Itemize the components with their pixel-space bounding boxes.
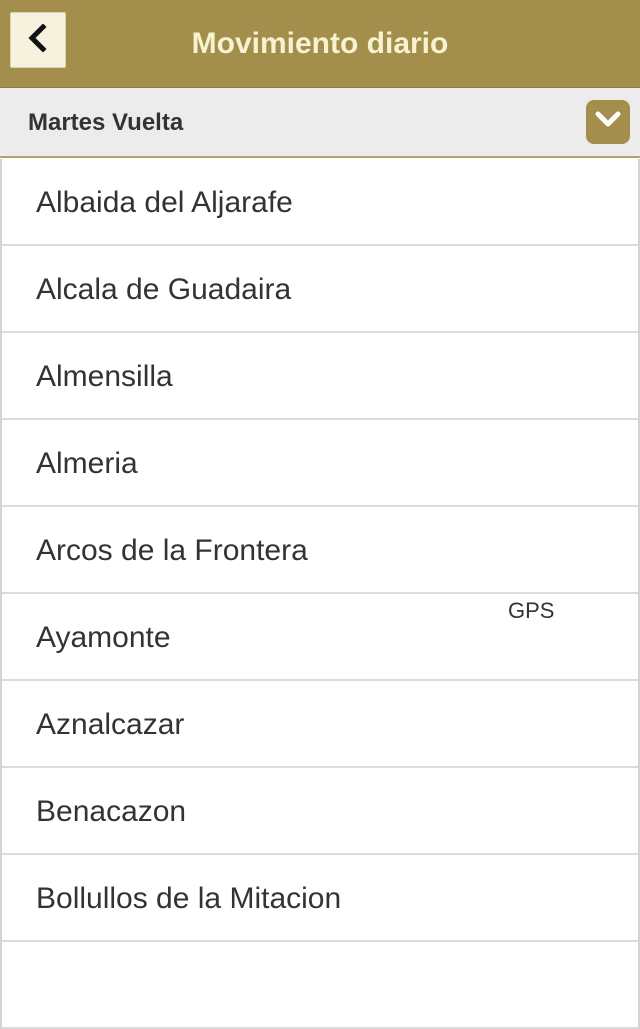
list-item[interactable]: Almeria	[2, 420, 638, 507]
list-item[interactable]: Albaida del Aljarafe	[2, 159, 638, 246]
list-item[interactable]: Benacazon	[2, 768, 638, 855]
header-bar: Movimiento diario	[0, 0, 640, 88]
list-item[interactable]: Almensilla	[2, 333, 638, 420]
list-item-label: Arcos de la Frontera	[36, 534, 308, 567]
list-item-label: Aznalcazar	[36, 708, 185, 741]
list-item[interactable]: Bollullos de la Mitacion	[2, 855, 638, 942]
list-item-label: Almeria	[36, 447, 138, 480]
list-item-label: Ayamonte	[36, 621, 171, 654]
list-item-label: Albaida del Aljarafe	[36, 186, 293, 219]
chevron-down-icon	[595, 111, 621, 134]
list-item[interactable]: Aznalcazar	[2, 681, 638, 768]
day-selector[interactable]: Martes Vuelta	[0, 88, 640, 158]
list-item-label: Bollullos de la Mitacion	[36, 882, 342, 915]
list-item-label: Benacazon	[36, 795, 187, 828]
back-button[interactable]	[10, 12, 66, 68]
list-item-label: Alcala de Guadaira	[36, 273, 292, 306]
gps-badge: GPS	[508, 598, 555, 623]
selected-day-label: Martes Vuelta	[28, 109, 184, 136]
chevron-left-icon	[27, 22, 49, 57]
list-item[interactable]	[2, 942, 638, 1029]
list-item-label: Almensilla	[36, 360, 173, 393]
list-item[interactable]: Ayamonte GPS	[2, 594, 638, 681]
page-title: Movimiento diario	[191, 27, 449, 60]
location-list: Albaida del Aljarafe Alcala de Guadaira …	[0, 159, 640, 1029]
list-item[interactable]: Arcos de la Frontera	[2, 507, 638, 594]
dropdown-button[interactable]	[586, 100, 630, 144]
list-item[interactable]: Alcala de Guadaira	[2, 246, 638, 333]
